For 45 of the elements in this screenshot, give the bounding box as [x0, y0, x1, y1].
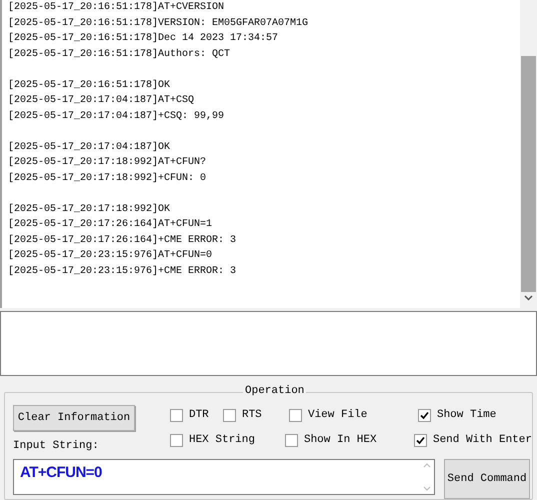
option-checkbox[interactable]: Send With Enter [414, 432, 532, 448]
log-line: [2025-05-17_20:23:15:976]+CME ERROR: 3 [8, 264, 238, 278]
option-label: RTS [242, 408, 262, 423]
checkbox[interactable] [170, 408, 183, 422]
option-label: DTR [188, 408, 209, 423]
option-label: Show In HEX [304, 433, 377, 448]
input-string-label: Input String: [13, 439, 100, 453]
input-string-field[interactable]: AT+CFUN=0 [13, 459, 435, 495]
log-line: [2025-05-17_20:17:04:187]OK [8, 140, 172, 154]
option-checkbox[interactable]: Show In HEX [284, 432, 385, 448]
checkmark-icon [420, 410, 429, 420]
checkbox[interactable] [170, 434, 183, 446]
checkbox[interactable] [284, 434, 298, 446]
option-checkbox[interactable]: DTR [170, 407, 210, 423]
checkbox[interactable] [288, 408, 302, 422]
option-checkbox[interactable]: Show Time [418, 407, 496, 423]
log-line: [2025-05-17_20:23:15:976]AT+CFUN=0 [8, 248, 214, 263]
option-label: Show Time [436, 408, 496, 423]
send-command-button[interactable]: Send Command [444, 459, 530, 499]
log-line: [2025-05-17_20:17:18:992]+CFUN: 0 [8, 172, 208, 186]
checkmark-icon [416, 436, 425, 444]
log-line: [2025-05-17_20:16:51:178]VERSION: EM05GFAR07A07M1G [8, 16, 310, 30]
log-line: [2025-05-17_20:16:51:178]AT+CVERSION [8, 0, 226, 15]
checkbox[interactable] [414, 434, 427, 446]
option-checkbox[interactable]: View File [288, 407, 389, 423]
log-line: [2025-05-17_20:16:51:178]Authors: QCT [8, 48, 232, 62]
option-label: Send With Enter [432, 433, 532, 448]
checkbox[interactable] [418, 408, 431, 422]
log-line: [2025-05-17_20:17:26:164]+CME ERROR: 3 [8, 234, 238, 248]
option-label: View File [308, 408, 368, 423]
checkbox[interactable] [222, 408, 236, 422]
scrollbar[interactable] [520, 0, 537, 308]
option-checkbox[interactable]: HEX String [170, 432, 263, 448]
log-line: [2025-05-17_20:17:04:187]+CSQ: 99,99 [8, 110, 226, 124]
log-line: [2025-05-17_20:17:26:164]AT+CFUN=1 [8, 218, 214, 232]
log-line: [2025-05-17_20:17:18:992]OK [8, 202, 172, 216]
log-line: [2025-05-17_20:16:51:178]Dec 14 2023 17:34:57 [8, 32, 280, 46]
clear-information-button[interactable]: Clear Information [13, 405, 135, 431]
option-checkbox[interactable]: RTS [222, 407, 263, 423]
log-line: [2025-05-17_20:17:04:187]AT+CSQ [8, 94, 196, 108]
option-label: HEX String [188, 433, 255, 448]
group-title: Operation [243, 384, 306, 398]
log-line: [2025-05-17_20:17:18:992]AT+CFUN? [8, 156, 208, 170]
scrollbar-thumb[interactable] [521, 56, 536, 292]
log-line: [2025-05-17_20:16:51:178]OK [8, 78, 172, 92]
